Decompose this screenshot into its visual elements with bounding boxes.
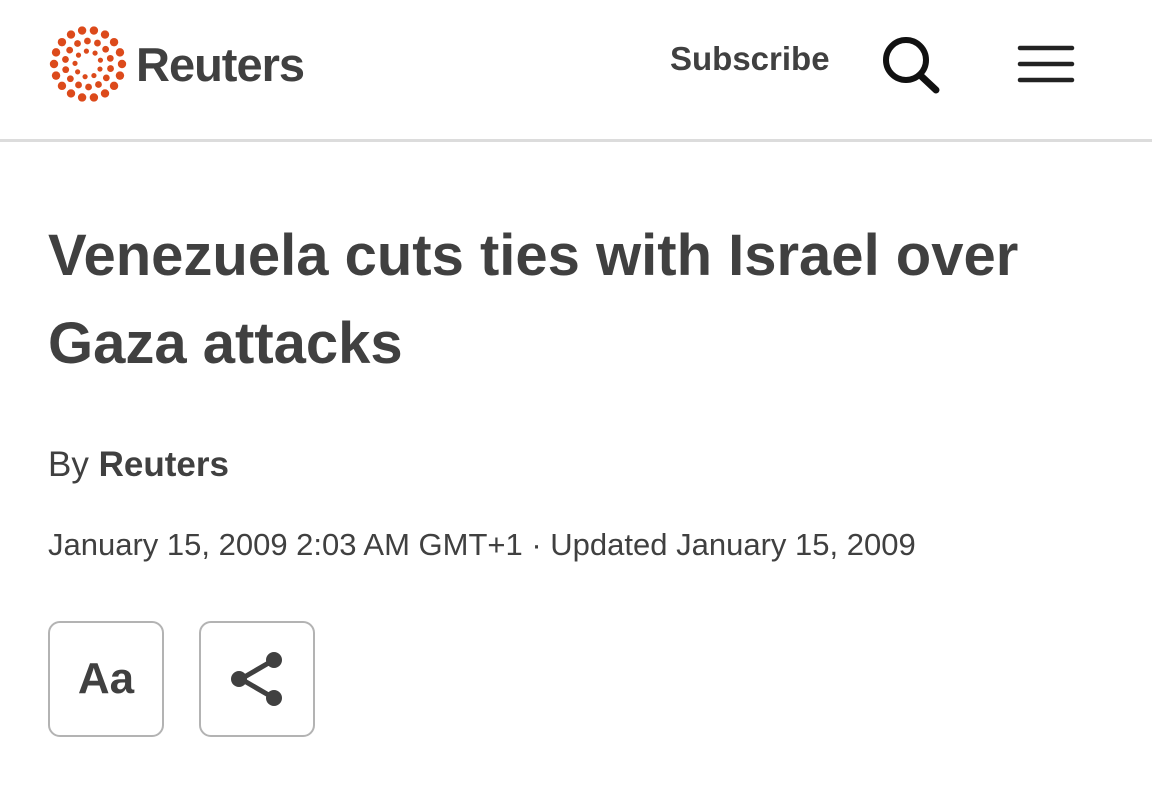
- hamburger-menu-icon: [1017, 45, 1075, 83]
- menu-button[interactable]: [1014, 38, 1078, 90]
- logo-dot: [83, 48, 89, 54]
- logo-dot: [66, 89, 76, 98]
- article-headline: Venezuela cuts ties with Israel over Gaz…: [48, 223, 1019, 376]
- logo-dot: [74, 40, 81, 47]
- subscribe-button[interactable]: Subscribe: [670, 40, 830, 78]
- logo-dot: [75, 81, 82, 89]
- logo-dot: [66, 30, 76, 39]
- logo-dot: [100, 30, 110, 39]
- logo-dot: [117, 59, 127, 69]
- logo-dot: [97, 57, 104, 63]
- share-icon: [231, 652, 282, 706]
- article-byline: By Reuters: [48, 445, 229, 485]
- logo-dot: [49, 59, 59, 69]
- logo-dot: [89, 26, 99, 35]
- logo-dot: [77, 26, 87, 35]
- logo-dot: [72, 60, 78, 66]
- logo-dot: [102, 74, 110, 82]
- logo-dot: [109, 81, 119, 91]
- logo-dot: [62, 66, 70, 74]
- logo-dot: [75, 69, 81, 75]
- search-icon: [883, 37, 940, 94]
- reuters-logo-icon: [49, 26, 127, 102]
- logo-dot: [107, 65, 114, 72]
- logo-dot: [91, 72, 97, 79]
- share-button[interactable]: [199, 621, 315, 737]
- byline-prefix: By: [48, 445, 89, 484]
- logo-dot: [95, 81, 102, 88]
- logo-dot: [115, 71, 125, 80]
- logo-dot: [51, 48, 61, 57]
- search-button[interactable]: [878, 32, 948, 98]
- logo-dot: [57, 81, 67, 91]
- logo-dot: [66, 75, 74, 83]
- brand-name: Reuters: [136, 37, 305, 91]
- logo-dot: [62, 56, 69, 63]
- logo-dot: [66, 46, 74, 54]
- logo-dot: [97, 66, 103, 72]
- font-size-button[interactable]: Aa: [48, 621, 164, 737]
- logo-dot: [115, 48, 125, 57]
- font-size-label: Aa: [77, 654, 135, 703]
- logo-dot: [92, 50, 98, 56]
- logo-dot: [89, 93, 99, 102]
- logo-dot: [57, 37, 67, 47]
- reuters-logo[interactable]: Reuters: [48, 24, 305, 104]
- logo-dot: [94, 39, 101, 47]
- logo-dot: [75, 52, 82, 58]
- site-header: Reuters Subscribe: [0, 0, 1152, 142]
- logo-dot: [85, 83, 92, 91]
- logo-dot: [77, 93, 87, 102]
- logo-dot: [100, 89, 110, 98]
- logo-dot: [82, 74, 88, 80]
- article-dateline: January 15, 2009 2:03 AM GMT+1 · Updated…: [48, 527, 916, 562]
- logo-dot: [51, 71, 61, 80]
- logo-dot: [84, 37, 91, 45]
- byline-author[interactable]: Reuters: [99, 445, 229, 484]
- logo-dot: [102, 45, 110, 53]
- logo-dot: [106, 54, 114, 62]
- logo-dot: [109, 37, 119, 47]
